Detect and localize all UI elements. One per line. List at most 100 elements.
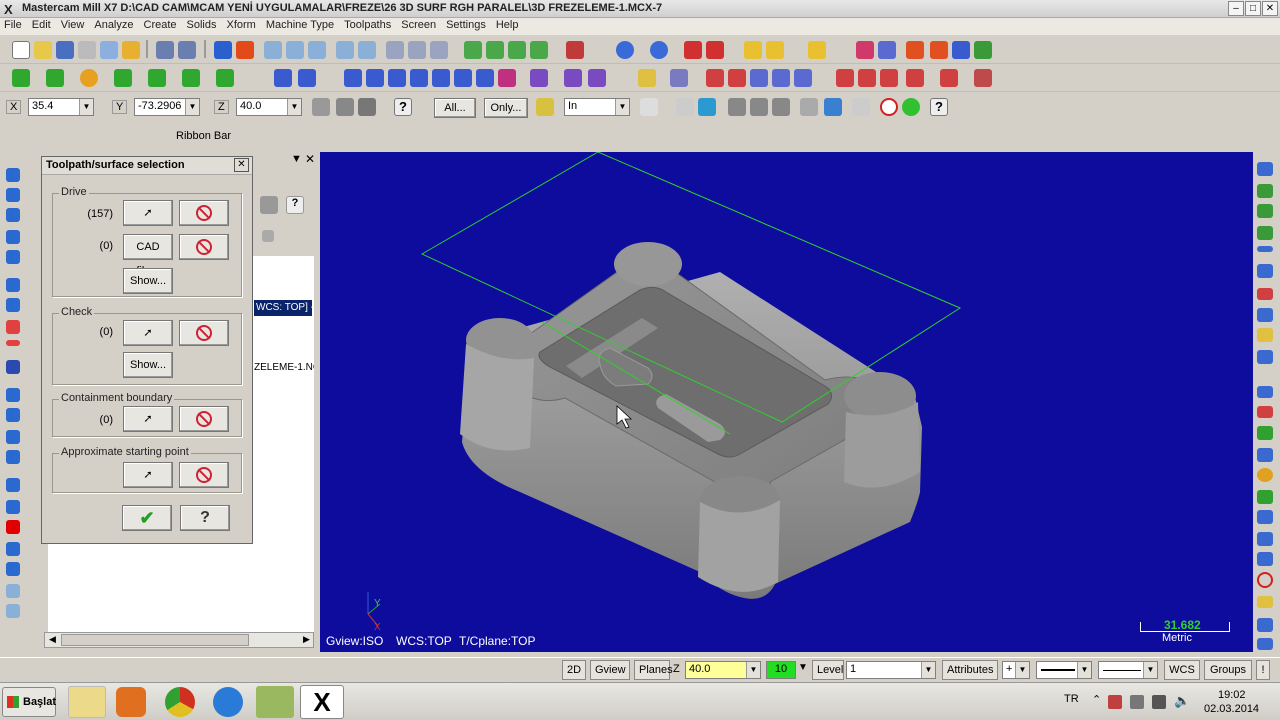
level-input[interactable]: 1 ▼: [846, 661, 936, 679]
chevron-down-icon[interactable]: ▼: [615, 99, 629, 115]
chevron-down-icon[interactable]: ▼: [921, 662, 935, 678]
zoom-target-icon[interactable]: [308, 41, 326, 59]
toolpath-manager-icon[interactable]: [906, 41, 924, 59]
mill-contour-icon[interactable]: [728, 69, 746, 87]
toolpath-select-icon[interactable]: [6, 188, 20, 202]
save-icon[interactable]: [56, 41, 74, 59]
alert-button[interactable]: !: [1256, 660, 1270, 680]
chevron-down-icon[interactable]: ▼: [185, 99, 199, 115]
spline-icon[interactable]: [182, 69, 200, 87]
selection-help-icon[interactable]: ?: [930, 98, 948, 116]
show-hidden-icons[interactable]: ⌃: [1092, 693, 1101, 706]
grid-icon[interactable]: [878, 41, 896, 59]
mill-face-icon[interactable]: [772, 69, 790, 87]
art-icon[interactable]: [974, 41, 992, 59]
graphics-viewport[interactable]: Y X Gview:ISO WCS:TOP T/Cplane:TOP 31.68…: [320, 152, 1253, 652]
repaint-icon[interactable]: [236, 41, 254, 59]
point-icon[interactable]: [12, 69, 30, 87]
solid-body-icon[interactable]: [772, 98, 790, 116]
pin-icon[interactable]: ▼: [291, 153, 302, 165]
print-icon[interactable]: [78, 41, 96, 59]
clear-colors-icon[interactable]: [408, 41, 426, 59]
check-clear-button[interactable]: [179, 320, 229, 346]
solid-cube-icon[interactable]: [1257, 184, 1273, 198]
hidden-line-icon[interactable]: [508, 41, 526, 59]
xform-rotate-icon[interactable]: [388, 69, 406, 87]
dimension-icon[interactable]: [808, 41, 826, 59]
tray-app-icon[interactable]: [1108, 695, 1122, 709]
solid-extrude-icon[interactable]: [216, 69, 234, 87]
machine-group-selected[interactable]: WCS: TOP] -: [254, 300, 312, 316]
solid-view-icon[interactable]: [566, 41, 584, 59]
line-icon[interactable]: [46, 69, 64, 87]
start-button[interactable]: Başlat: [2, 687, 56, 717]
toolpath-arc-icon[interactable]: [6, 208, 20, 222]
chain-icon[interactable]: [766, 41, 784, 59]
pan-icon[interactable]: [214, 41, 232, 59]
bottom-tool-icon[interactable]: [1257, 638, 1273, 650]
y-coordinate-input[interactable]: -73.2906 ▼: [134, 98, 200, 116]
toolpath-edit-icon[interactable]: [6, 542, 20, 556]
new-file-icon[interactable]: [12, 41, 30, 59]
chevron-down-icon[interactable]: ▼: [1015, 662, 1029, 678]
toolpath-red-icon[interactable]: [6, 520, 20, 534]
unzoom-icon[interactable]: [336, 41, 354, 59]
nc-file-name[interactable]: ZELEME-1.NC: [254, 362, 314, 373]
shape-tool-icon[interactable]: [1257, 532, 1273, 546]
edit-tool-icon[interactable]: [1257, 596, 1273, 608]
menu-edit[interactable]: Edit: [28, 18, 57, 31]
z-depth-input[interactable]: 40.0 ▼: [685, 661, 761, 679]
drive-clear-button[interactable]: [179, 200, 229, 226]
clock-time[interactable]: 19:02: [1218, 689, 1246, 701]
groups-button[interactable]: Groups: [1204, 660, 1252, 680]
globe-icon[interactable]: [1257, 552, 1273, 566]
media-player-taskbar-icon[interactable]: [116, 687, 146, 717]
menu-screen[interactable]: Screen: [397, 18, 442, 31]
corner-icon[interactable]: [1257, 490, 1273, 504]
xform-project-icon[interactable]: [454, 69, 472, 87]
window-select-icon[interactable]: [676, 98, 694, 116]
open-file-icon[interactable]: [34, 41, 52, 59]
toolpath-dirty-icon[interactable]: [6, 298, 20, 312]
menu-settings[interactable]: Settings: [442, 18, 492, 31]
cursor-arrow-icon[interactable]: [640, 98, 658, 116]
cad-clear-button[interactable]: [179, 234, 229, 260]
wcs-button[interactable]: WCS: [1164, 660, 1200, 680]
surface-flat-icon[interactable]: [1257, 162, 1273, 176]
chrome-taskbar-icon[interactable]: [165, 687, 195, 717]
menu-analyze[interactable]: Analyze: [90, 18, 139, 31]
wireframe-icon[interactable]: [486, 41, 504, 59]
no-icon[interactable]: [1257, 572, 1273, 588]
select-back-icon[interactable]: [800, 98, 818, 116]
edit-icon[interactable]: [122, 41, 140, 59]
dialog-close-icon[interactable]: ✕: [234, 158, 249, 172]
volume-icon[interactable]: 🔈: [1174, 693, 1190, 709]
manager-help-icon[interactable]: ?: [286, 196, 304, 214]
xform-dynamic-icon[interactable]: [564, 69, 582, 87]
toolpath-page-icon[interactable]: [6, 450, 20, 464]
chevron-down-icon[interactable]: ▼: [287, 99, 301, 115]
cancel-selection-icon[interactable]: [880, 98, 898, 116]
zoom-selected-icon[interactable]: [358, 41, 376, 59]
clock-date[interactable]: 02.03.2014: [1204, 703, 1259, 715]
solid-grid-icon[interactable]: [1257, 204, 1273, 218]
selection-method-select[interactable]: In ▼: [564, 98, 630, 116]
redo-icon[interactable]: [178, 41, 196, 59]
render-icon[interactable]: [530, 41, 548, 59]
zoom-window-icon[interactable]: [286, 41, 304, 59]
post-icon[interactable]: [880, 69, 898, 87]
print-preview-icon[interactable]: [100, 41, 118, 59]
tool-manager-icon[interactable]: [940, 69, 958, 87]
xform-array-icon[interactable]: [476, 69, 494, 87]
toolpath-copy-icon[interactable]: [6, 562, 20, 576]
toolpath-tool-icon[interactable]: [6, 500, 20, 514]
circle-icon[interactable]: [80, 69, 98, 87]
shaded-icon[interactable]: [464, 41, 482, 59]
containment-clear-button[interactable]: [179, 406, 229, 432]
arrow-left-icon[interactable]: [1257, 386, 1273, 398]
language-indicator[interactable]: TR: [1064, 693, 1079, 705]
autocursor-settings-icon[interactable]: [358, 98, 376, 116]
select-chain-icon[interactable]: [824, 98, 842, 116]
line-style-icon[interactable]: [1257, 246, 1273, 252]
selection-mode-icon[interactable]: [536, 98, 554, 116]
